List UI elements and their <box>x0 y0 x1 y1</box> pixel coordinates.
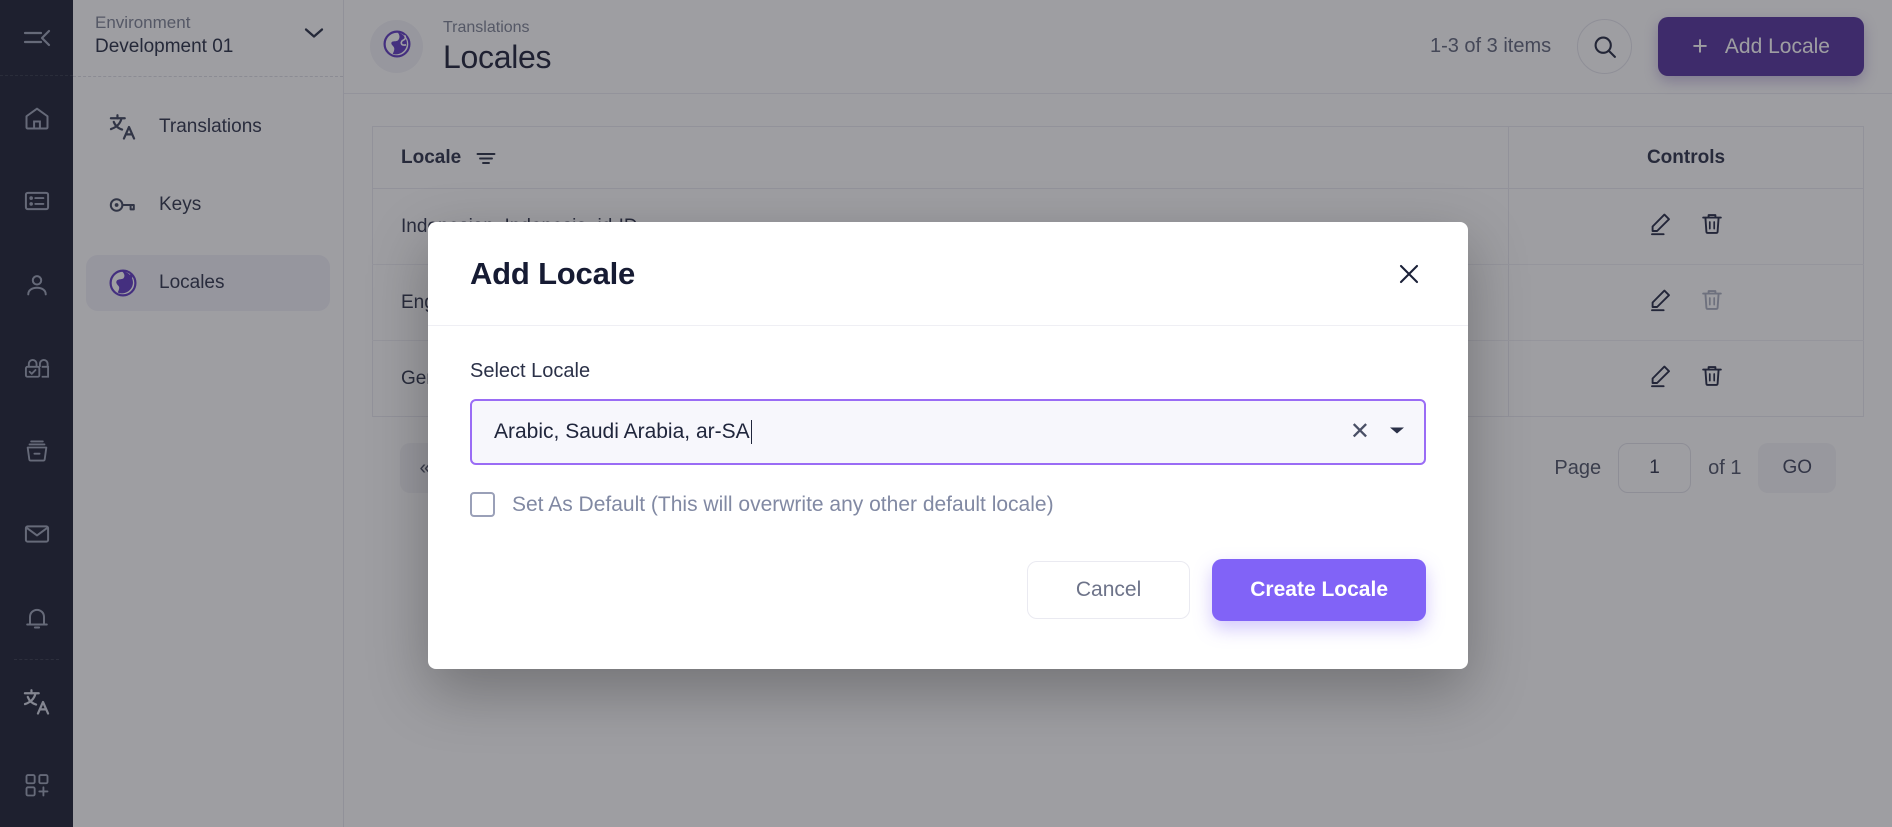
modal-title: Add Locale <box>470 255 636 291</box>
locale-select-value: Arabic, Saudi Arabia, ar-SA <box>494 420 750 443</box>
select-actions: ✕ <box>1350 420 1406 444</box>
modal-footer: Cancel Create Locale <box>428 517 1468 669</box>
set-as-default-label: Set As Default (This will overwrite any … <box>512 492 1054 516</box>
clear-x-icon[interactable]: ✕ <box>1350 420 1370 444</box>
create-locale-button[interactable]: Create Locale <box>1212 559 1426 621</box>
close-icon <box>1399 264 1419 283</box>
add-locale-modal: Add Locale Select Locale Arabic, Saudi A… <box>428 222 1468 669</box>
modal-body: Select Locale Arabic, Saudi Arabia, ar-S… <box>428 326 1468 517</box>
select-locale-label: Select Locale <box>470 360 591 382</box>
cancel-button[interactable]: Cancel <box>1026 561 1191 619</box>
modal-close-button[interactable] <box>1390 255 1428 293</box>
caret-down-icon[interactable] <box>1388 423 1406 441</box>
set-as-default-checkbox[interactable] <box>470 492 495 517</box>
locale-select[interactable]: Arabic, Saudi Arabia, ar-SA ✕ <box>470 399 1426 465</box>
modal-header: Add Locale <box>428 222 1468 326</box>
text-cursor <box>750 420 752 444</box>
app-root: Environment Development 01 Translations … <box>0 0 1892 827</box>
set-as-default-row[interactable]: Set As Default (This will overwrite any … <box>470 492 1426 517</box>
